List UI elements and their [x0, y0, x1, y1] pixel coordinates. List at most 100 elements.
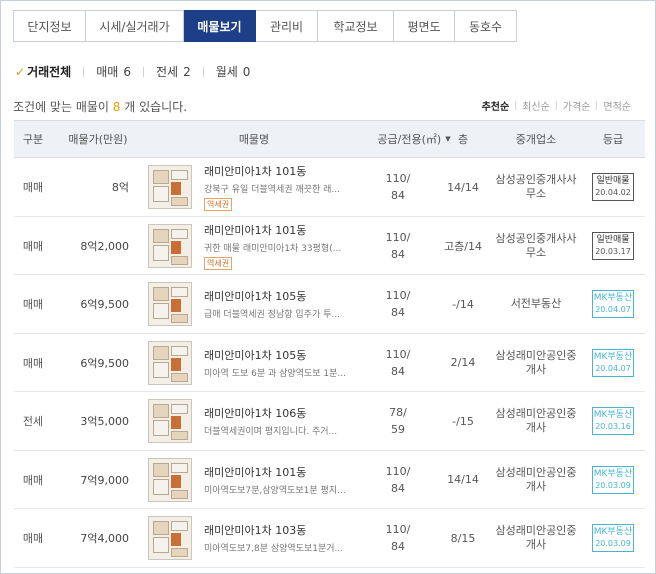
listing-name[interactable]: 래미안미아1차 101동: [204, 163, 306, 179]
price: 7억4,000: [80, 532, 129, 545]
tab-listings[interactable]: 매물보기: [184, 10, 256, 42]
listing-name[interactable]: 래미안미아1차 105동: [204, 347, 306, 363]
floor-plan-thumbnail[interactable]: [148, 223, 192, 268]
filter-count: 6: [123, 64, 131, 79]
thumbnail-cell: [146, 509, 194, 567]
listing-name[interactable]: 래미안미아1차 105동: [204, 288, 306, 304]
listing-name[interactable]: 래미안미아1차 106동: [204, 405, 306, 421]
col-agent: 중개업소: [515, 133, 557, 146]
grade-badge[interactable]: MK부동산 20.03.09: [592, 524, 634, 552]
divider: [596, 101, 598, 110]
grade-badge[interactable]: 일반매물 20.04.02: [592, 173, 634, 201]
area: 110/84: [369, 158, 427, 216]
floor-plan-thumbnail[interactable]: [148, 399, 192, 443]
listing-info: 래미안미아1차 105동미아역 도보 6분 과 삼양역도보 1분...: [204, 334, 354, 392]
grade-label: MK부동산: [593, 293, 633, 303]
tab-unit-numbers[interactable]: 동호수: [455, 10, 517, 42]
listing-rows: 매매 8억 래미안미아1차 101동 강북구 유일 더블역세권 깨끗한 래... 역세권…: [14, 158, 645, 568]
grade-date: 20.04.07: [595, 363, 631, 373]
sort-price[interactable]: 가격순: [563, 98, 591, 113]
area: 78/59: [369, 392, 427, 450]
table-row[interactable]: 매매 8억 래미안미아1차 101동 강북구 유일 더블역세권 깨끗한 래... 역세권…: [14, 158, 645, 217]
listing-description: 미아역 도보 6분 과 삼양역도보 1분...: [204, 368, 346, 379]
deal-type: 매매: [22, 356, 44, 370]
floor-plan-thumbnail[interactable]: [148, 457, 192, 502]
floor-plan-thumbnail[interactable]: [148, 516, 192, 560]
tab-maintenance-fee[interactable]: 관리비: [256, 10, 318, 42]
area-supply: 110/: [385, 464, 411, 478]
tab-school-info[interactable]: 학교정보: [318, 10, 394, 42]
thumbnail-cell: [146, 334, 194, 392]
deal-type: 전세: [22, 415, 44, 428]
agent-name: 삼성공인중개사사무소: [495, 231, 577, 259]
area-exclusive: 84: [391, 364, 405, 378]
listing-info: 래미안미아1차 101동 미아역도보7분,삼양역도보1분 평지...: [204, 451, 354, 509]
sort-latest[interactable]: 최신순: [522, 98, 550, 113]
price: 6억9,500: [80, 356, 129, 370]
table-row[interactable]: 매매 6억9,500 래미안미아1차 105동미아역 도보 6분 과 삼양역도보 1…: [14, 334, 645, 392]
listing-description: 귀한 매물 래미안미아1차 33평형(...: [204, 243, 342, 254]
grade-badge[interactable]: 일반매물 20.03.17: [592, 231, 634, 260]
filter-monthly[interactable]: 월세 0: [216, 63, 251, 80]
filter-label: 월세: [215, 65, 238, 79]
sort-recommended[interactable]: 추천순: [482, 98, 510, 113]
sort-area[interactable]: 면적순: [603, 98, 631, 113]
floor: -/15: [452, 414, 474, 428]
grade-date: 20.03.09: [595, 480, 631, 490]
station-tag: 역세권: [204, 256, 233, 270]
floor-plan-thumbnail[interactable]: [148, 282, 192, 326]
grade-badge[interactable]: MK부동산 20.03.16: [592, 407, 634, 435]
listing-info: 래미안미아1차 106동더블역세권이며 평지입니다. 주거...: [204, 392, 354, 450]
filter-jeonse[interactable]: 전세 2: [156, 63, 191, 80]
filter-label: 매매: [96, 65, 119, 79]
tab-complex-info[interactable]: 단지정보: [13, 10, 86, 42]
thumbnail-cell: [146, 158, 194, 216]
grade-badge[interactable]: MK부동산 20.03.09: [592, 465, 634, 494]
table-row[interactable]: 매매 7억4,000 래미안미아1차 103동 미아역도보7,8분 삼양역도보1분거.…: [14, 509, 645, 568]
area-supply: 110/: [385, 523, 411, 536]
floor-plan-thumbnail[interactable]: [148, 165, 192, 209]
listing-info: 래미안미아1차 101동 강북구 유일 더블역세권 깨끗한 래... 역세권: [204, 158, 354, 216]
grade-badge[interactable]: MK부동산 20.04.07: [592, 348, 634, 377]
grade-date: 20.04.02: [595, 188, 631, 197]
divider: [515, 101, 517, 110]
table-header: 구분 매물가(만원) 매물명 공급/전용(㎡) ▼ 층 중개업소 등급: [14, 120, 645, 158]
agent-name: 삼성래미안공인중개사: [495, 465, 577, 493]
table-row[interactable]: 매매 6억9,500 래미안미아1차 105동 급매 더블역세권 정남향 입주가 투.…: [14, 275, 645, 334]
floor: 고층/14: [444, 239, 482, 253]
area-supply: 110/: [385, 289, 411, 302]
table-row[interactable]: 매매 8억2,000 래미안미아1차 101동 귀한 매물 래미안미아1차 33평형(…: [14, 217, 645, 275]
filter-all[interactable]: ✓ 거래전체: [15, 63, 71, 80]
agent-name: 삼성공인중개사사무소: [495, 173, 577, 200]
check-icon: ✓: [15, 64, 26, 79]
price: 8억2,000: [80, 239, 129, 253]
thumbnail-cell: [146, 392, 194, 450]
grade-cell: 일반매물 20.04.02: [588, 158, 638, 216]
listing-description: 더블역세권이며 평지입니다. 주거...: [204, 427, 338, 437]
table-row[interactable]: 전세 3억5,000 래미안미아1차 106동 더블역세권이며 평지입니다. 주거..…: [14, 392, 645, 451]
grade-label: MK부동산: [593, 351, 633, 362]
filter-sale[interactable]: 매매 6: [96, 63, 131, 80]
deal-type: 매매: [22, 181, 44, 194]
filter-label: 거래전체: [27, 65, 72, 79]
grade-label: MK부동산: [593, 468, 633, 479]
area-exclusive: 84: [391, 481, 405, 495]
col-area-label: 공급/전용(㎡): [377, 133, 442, 146]
grade-cell: MK부동산 20.04.07: [588, 275, 638, 333]
tab-floor-plan[interactable]: 평면도: [394, 10, 455, 42]
listing-name[interactable]: 래미안미아1차 101동: [204, 464, 306, 480]
grade-label: 일반매물: [596, 176, 630, 186]
tab-bar: 단지정보 시세/실거래가 매물보기 관리비 학교정보 평면도 동호수: [13, 10, 517, 42]
divider: [142, 66, 144, 77]
area: 110/84: [369, 451, 427, 509]
area-supply: 110/: [385, 230, 411, 244]
listing-name[interactable]: 래미안미아1차 103동: [204, 522, 306, 538]
grade-badge[interactable]: MK부동산 20.04.07: [592, 290, 634, 318]
listing-name[interactable]: 래미안미아1차 101동: [204, 222, 306, 238]
floor-plan-thumbnail[interactable]: [148, 340, 192, 385]
area-supply: 110/: [385, 347, 411, 361]
tab-price-history[interactable]: 시세/실거래가: [86, 10, 184, 42]
table-row[interactable]: 매매 7억9,000 래미안미아1차 101동 미아역도보7분,삼양역도보1분 평지.…: [14, 451, 645, 509]
grade-label: 일반매물: [596, 234, 630, 245]
area-exclusive: 84: [391, 247, 405, 261]
